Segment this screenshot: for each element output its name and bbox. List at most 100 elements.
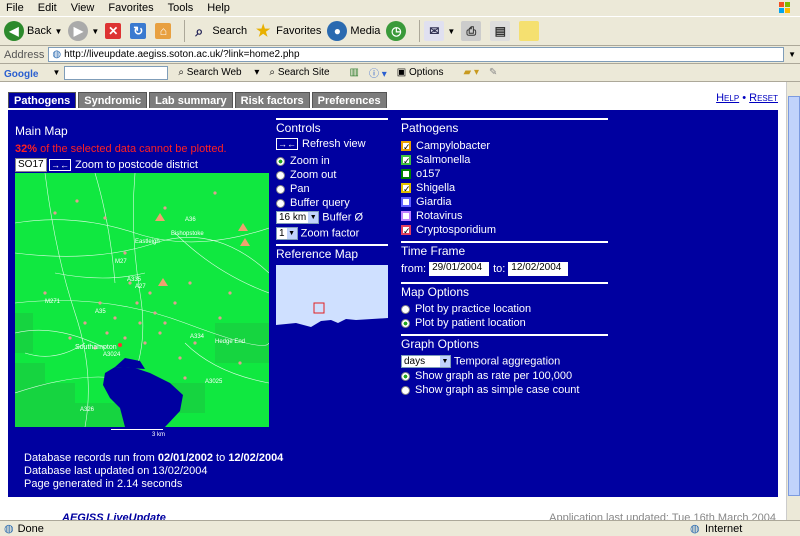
pathogen-checkbox-shigella[interactable]: ✓ Shigella bbox=[401, 181, 608, 195]
pathogen-checkbox-giardia[interactable]: Giardia bbox=[401, 195, 608, 209]
zoom-postcode-button[interactable]: →← bbox=[49, 159, 71, 171]
refresh-row: →← Refresh view bbox=[276, 138, 388, 150]
google-logo[interactable]: Google bbox=[4, 66, 48, 80]
search-button[interactable]: ⌕ Search bbox=[189, 21, 247, 41]
pathogen-checkbox-rotavirus[interactable]: Rotavirus bbox=[401, 209, 608, 223]
plot-warning: 32% of the selected data cannot be plott… bbox=[15, 143, 227, 155]
tab-lab-summary[interactable]: Lab summary bbox=[149, 92, 233, 108]
aggregation-select[interactable]: days ▼ bbox=[401, 355, 451, 368]
back-arrow-icon: ◀ bbox=[4, 21, 24, 41]
browser-toolbar: ◀ Back ▼ ▶ ▼ ✕ ↻ ⌂ ⌕ Search ★ Favorites … bbox=[0, 16, 800, 46]
aggregation-row: days ▼ Temporal aggregation bbox=[401, 355, 608, 368]
history-button[interactable]: ◷ bbox=[386, 21, 409, 41]
mail-icon: ✉ bbox=[424, 21, 445, 41]
map-label-a335: A335 bbox=[127, 277, 142, 283]
checkbox-icon: ✓ bbox=[401, 183, 411, 194]
map-label-southampton: Southampton bbox=[75, 344, 117, 351]
pathogen-checkbox-salmonella[interactable]: ✓ Salmonella bbox=[401, 153, 608, 167]
map-label-eastleigh: Eastleigh bbox=[135, 239, 160, 245]
scrollbar-thumb[interactable] bbox=[788, 96, 800, 496]
zoom-postcode-label: Zoom to postcode district bbox=[75, 159, 198, 171]
radio-simple-case-count[interactable]: Show graph as simple case count bbox=[401, 384, 608, 396]
address-bar: Address ◍ http://liveupdate.aegiss.soton… bbox=[0, 46, 800, 64]
radio-zoom-out[interactable]: Zoom out bbox=[276, 169, 388, 181]
tab-preferences[interactable]: Preferences bbox=[311, 92, 387, 108]
from-date-input[interactable]: 29/01/2004 bbox=[429, 262, 490, 276]
radio-rate-per-100000[interactable]: Show graph as rate per 100,000 bbox=[401, 370, 608, 382]
main-map[interactable]: Eastleigh Bishopstoke Southampton Hedge … bbox=[15, 173, 269, 427]
options-button[interactable]: ▣ Options bbox=[397, 67, 454, 78]
map-label-a3024: A3024 bbox=[103, 352, 121, 358]
search-site-button[interactable]: ⌕ Search Site bbox=[269, 67, 339, 78]
refresh-view-button[interactable]: →← bbox=[276, 138, 298, 150]
edit-button[interactable]: ▤ bbox=[490, 21, 513, 41]
radio-practice-location[interactable]: Plot by practice location bbox=[401, 303, 608, 315]
divider bbox=[401, 118, 608, 120]
notes-button[interactable] bbox=[519, 21, 542, 41]
map-label-a326: A326 bbox=[80, 407, 95, 413]
highlighter-icon[interactable]: ✎ bbox=[489, 67, 497, 78]
back-button[interactable]: ◀ Back ▼ bbox=[4, 21, 62, 41]
records-range: Database records run from 02/01/2002 to … bbox=[24, 452, 284, 464]
stop-icon: ✕ bbox=[105, 23, 122, 39]
map-label-m271: M271 bbox=[45, 299, 61, 305]
pathogen-checkbox-campylobacter[interactable]: ✓ Campylobacter bbox=[401, 139, 608, 153]
info-icon[interactable]: ⓘ ▾ bbox=[369, 65, 387, 80]
radio-buffer-query[interactable]: Buffer query bbox=[276, 197, 388, 209]
print-button[interactable]: ⎙ bbox=[461, 21, 484, 41]
pathogen-checkbox-o157[interactable]: o157 bbox=[401, 167, 608, 181]
home-button[interactable]: ⌂ bbox=[155, 23, 174, 39]
tab-syndromic[interactable]: Syndromic bbox=[78, 92, 148, 108]
reference-map[interactable] bbox=[276, 265, 388, 340]
graph-options-title: Graph Options bbox=[401, 337, 480, 351]
tab-risk-factors[interactable]: Risk factors bbox=[234, 92, 310, 108]
url-field[interactable]: ◍ http://liveupdate.aegiss.soton.ac.uk/?… bbox=[48, 47, 785, 62]
radio-patient-location[interactable]: Plot by patient location bbox=[401, 317, 608, 329]
postcode-row: SO17 →← Zoom to postcode district bbox=[15, 158, 198, 172]
favorites-button[interactable]: ★ Favorites bbox=[253, 21, 321, 41]
top-links: Help • Reset bbox=[716, 92, 778, 104]
pathogen-label: Rotavirus bbox=[416, 210, 463, 222]
note-icon bbox=[519, 21, 540, 41]
media-button[interactable]: ● Media bbox=[327, 21, 380, 41]
menu-view[interactable]: View bbox=[71, 2, 95, 14]
menu-edit[interactable]: Edit bbox=[38, 2, 57, 14]
aegiss-logo: AEGISS LiveUpdate bbox=[62, 512, 166, 520]
radio-pan[interactable]: Pan bbox=[276, 183, 388, 195]
reset-link[interactable]: Reset bbox=[749, 92, 778, 104]
mail-button[interactable]: ✉ ▼ bbox=[424, 21, 455, 41]
google-search-input[interactable] bbox=[64, 65, 169, 80]
forward-button[interactable]: ▶ ▼ bbox=[68, 21, 99, 41]
menu-file[interactable]: File bbox=[6, 2, 24, 14]
pathogen-checkbox-cryptosporidium[interactable]: ✓ Cryptosporidium bbox=[401, 223, 608, 237]
menu-help[interactable]: Help bbox=[207, 2, 230, 14]
buffer-select[interactable]: 16 km ▼ bbox=[276, 211, 320, 224]
vertical-scrollbar[interactable] bbox=[786, 82, 800, 520]
pagerank-icon[interactable]: ▥ bbox=[350, 67, 359, 78]
map-label-a334: A334 bbox=[190, 334, 205, 340]
search-icon: ⌕ bbox=[195, 22, 204, 39]
map-label-a27: A27 bbox=[135, 284, 146, 290]
refresh-button[interactable]: ↻ bbox=[130, 23, 149, 39]
radio-zoom-in[interactable]: Zoom in bbox=[276, 155, 388, 167]
map-options-title: Map Options bbox=[401, 285, 470, 299]
folder-icon[interactable]: ▰ ▾ bbox=[463, 67, 479, 78]
page-done-icon: ◍ bbox=[4, 523, 14, 535]
pathogen-label: o157 bbox=[416, 168, 441, 180]
checkbox-icon bbox=[401, 197, 411, 207]
search-web-button[interactable]: ⌕ Search Web ▾ bbox=[178, 67, 259, 78]
chevron-down-icon[interactable]: ▼ bbox=[52, 68, 60, 77]
status-text: Done bbox=[17, 522, 44, 535]
menu-favorites[interactable]: Favorites bbox=[108, 2, 153, 14]
zoom-factor-select[interactable]: 1 ▼ bbox=[276, 227, 298, 240]
tab-pathogens[interactable]: Pathogens bbox=[8, 92, 77, 108]
address-dropdown-icon[interactable]: ▼ bbox=[788, 50, 796, 59]
map-label-bishopstoke: Bishopstoke bbox=[171, 231, 204, 237]
time-frame-title: Time Frame bbox=[401, 244, 466, 258]
postcode-input[interactable]: SO17 bbox=[15, 158, 47, 172]
stop-button[interactable]: ✕ bbox=[105, 23, 124, 39]
menu-tools[interactable]: Tools bbox=[168, 2, 194, 14]
to-date-input[interactable]: 12/02/2004 bbox=[508, 262, 569, 276]
help-link[interactable]: Help bbox=[716, 92, 739, 104]
zoom-factor-row: 1 ▼ Zoom factor bbox=[276, 227, 388, 240]
